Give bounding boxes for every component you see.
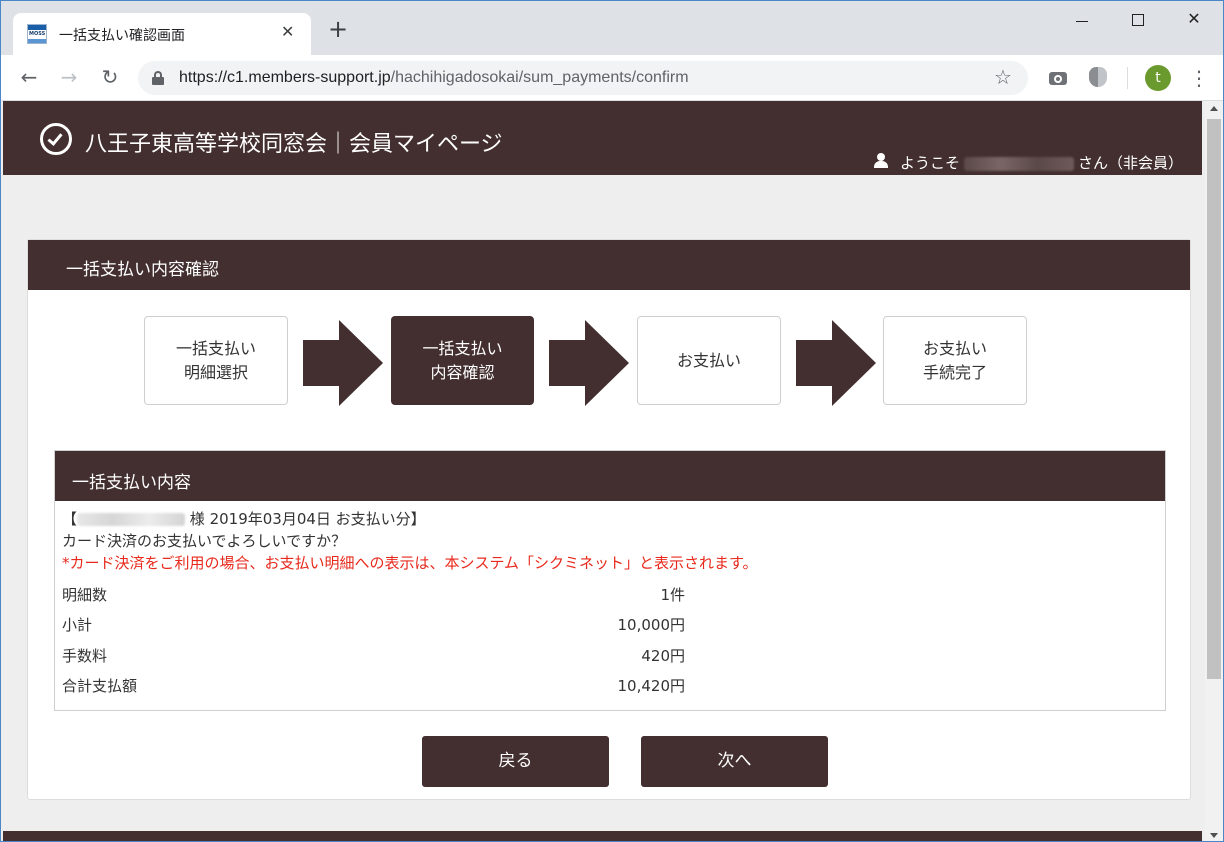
page-scrollbar[interactable] bbox=[1205, 101, 1223, 841]
item-count-value: 1件 bbox=[660, 586, 685, 604]
detail-title: 一括支払い内容 bbox=[72, 473, 191, 493]
new-tab-button[interactable]: + bbox=[328, 17, 348, 41]
browser-menu-icon[interactable]: ⋮ bbox=[1189, 63, 1209, 93]
site-footer bbox=[3, 831, 1202, 841]
step-arrow-icon bbox=[796, 320, 878, 406]
page-viewport: 八王子東高等学校同窓会｜会員マイページ ようこそ さん（非会員） 一括支払い内容確… bbox=[1, 101, 1205, 841]
bookmark-star-icon[interactable]: ☆ bbox=[994, 65, 1012, 89]
step-complete: お支払い 手続完了 bbox=[883, 316, 1027, 405]
step-payment: お支払い bbox=[637, 316, 781, 405]
panel-header: 一括支払い内容確認 bbox=[28, 240, 1190, 290]
panel-title: 一括支払い内容確認 bbox=[66, 260, 219, 280]
redacted-name bbox=[77, 513, 186, 526]
reload-icon[interactable]: ↻ bbox=[98, 65, 122, 89]
forward-arrow-icon[interactable]: → bbox=[57, 65, 81, 89]
item-count-label: 明細数 bbox=[62, 586, 108, 604]
site-favicon-icon: MOSS bbox=[27, 24, 47, 44]
step-arrow-icon bbox=[549, 320, 631, 406]
check-circle-logo-icon bbox=[40, 123, 72, 155]
browser-toolbar: ← → ↻ https://c1.members-support.jp/hach… bbox=[1, 55, 1223, 101]
toolbar-divider bbox=[1127, 67, 1128, 89]
minimize-button[interactable] bbox=[1062, 9, 1102, 33]
back-arrow-icon[interactable]: ← bbox=[17, 65, 41, 89]
subtotal-value: 10,000円 bbox=[617, 616, 686, 634]
window-close-button[interactable]: ✕ bbox=[1174, 9, 1214, 33]
tab-close-icon[interactable]: ✕ bbox=[281, 22, 294, 41]
detail-header: 一括支払い内容 bbox=[55, 451, 1165, 501]
site-header: 八王子東高等学校同窓会｜会員マイページ ようこそ さん（非会員） bbox=[3, 101, 1202, 175]
subtotal-label: 小計 bbox=[62, 616, 93, 634]
back-button[interactable]: 戻る bbox=[422, 736, 609, 787]
step-detail-select: 一括支払い 明細選択 bbox=[144, 316, 288, 405]
payment-detail-box: 一括支払い内容 【 様 2019年03月04日 お支払い分】 カード決済のお支払… bbox=[54, 450, 1166, 711]
scroll-down-icon[interactable] bbox=[1210, 833, 1218, 838]
confirm-panel: 一括支払い内容確認 一括支払い 明細選択 一括支払い 内容確認 お支払い お支払い手… bbox=[27, 239, 1191, 800]
url-text[interactable]: https://c1.members-support.jp/hachihigad… bbox=[179, 69, 689, 87]
payment-summary-line: 【 様 2019年03月04日 お支払い分】 bbox=[62, 510, 426, 528]
tab-title: 一括支払い確認画面 bbox=[59, 28, 185, 44]
profile-avatar[interactable]: t bbox=[1145, 65, 1171, 91]
welcome-text: ようこそ さん（非会員） bbox=[900, 154, 1184, 172]
address-bar[interactable]: https://c1.members-support.jp/hachihigad… bbox=[138, 61, 1028, 95]
lock-icon[interactable] bbox=[152, 71, 164, 85]
scroll-up-icon[interactable] bbox=[1210, 106, 1218, 111]
step-content-confirm: 一括支払い 内容確認 bbox=[391, 316, 534, 405]
camera-extension-icon[interactable] bbox=[1047, 67, 1069, 89]
card-notice: *カード決済をご利用の場合、お支払い明細への表示は、本システム「シクミネット」と… bbox=[62, 554, 758, 572]
browser-tab[interactable]: MOSS 一括支払い確認画面 ✕ bbox=[13, 13, 311, 55]
step-arrow-icon bbox=[303, 320, 385, 406]
tab-bar: MOSS 一括支払い確認画面 ✕ + ✕ bbox=[1, 1, 1223, 55]
browser-window: MOSS 一括支払い確認画面 ✕ + ✕ ← → ↻ https://c1.me… bbox=[0, 0, 1224, 842]
total-label: 合計支払額 bbox=[62, 677, 138, 695]
total-value: 10,420円 bbox=[617, 677, 686, 695]
scroll-thumb[interactable] bbox=[1207, 119, 1221, 679]
user-icon bbox=[873, 153, 889, 169]
shield-extension-icon[interactable] bbox=[1089, 67, 1107, 89]
redacted-username bbox=[964, 156, 1075, 171]
site-title[interactable]: 八王子東高等学校同窓会｜会員マイページ bbox=[85, 126, 503, 158]
fee-label: 手数料 bbox=[62, 647, 108, 665]
maximize-button[interactable] bbox=[1118, 9, 1158, 33]
fee-value: 420円 bbox=[641, 647, 685, 665]
next-button[interactable]: 次へ bbox=[641, 736, 828, 787]
confirm-question: カード決済のお支払いでよろしいですか？ bbox=[62, 532, 347, 550]
